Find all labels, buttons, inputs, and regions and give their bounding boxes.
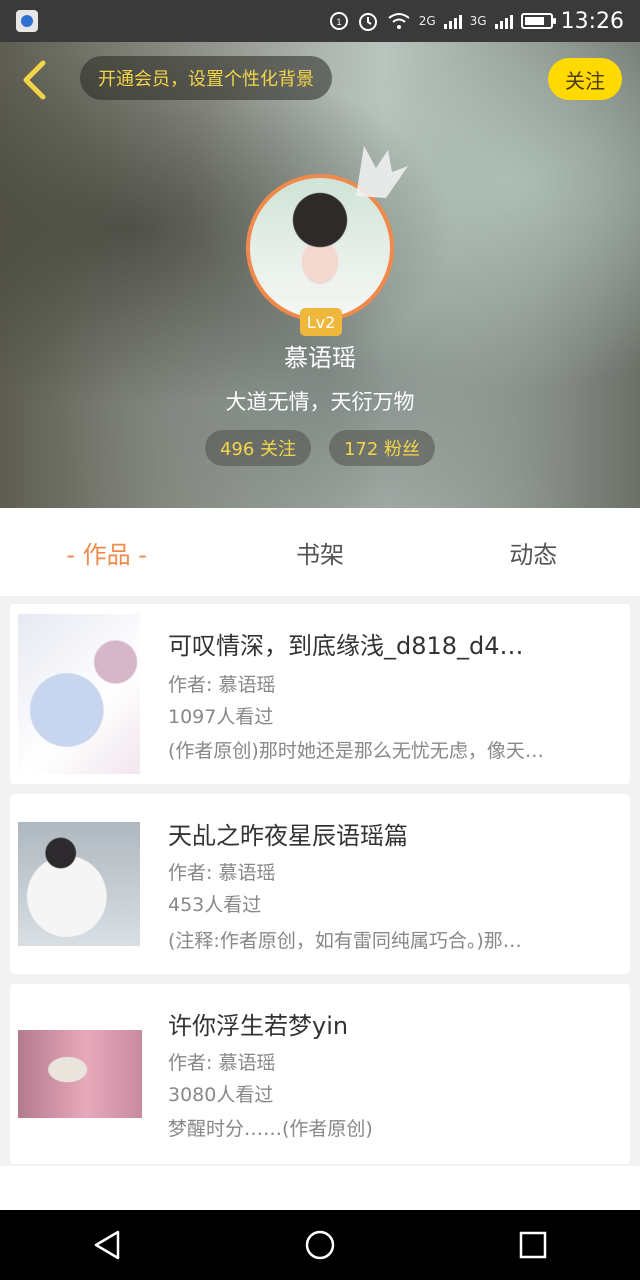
- status-time: 13:26: [560, 8, 624, 34]
- works-list: 可叹情深，到底缘浅_d818_d4… 作者: 慕语瑶 1097人看过 (作者原创…: [0, 596, 640, 1166]
- nav-recents-button[interactable]: [503, 1215, 563, 1275]
- work-cover[interactable]: [18, 614, 140, 774]
- profile-page: 1 2G 3G 13:26 开通会员，设置个性化背景 关注 Lv2 慕语瑶 大道…: [0, 0, 640, 1280]
- following-count[interactable]: 496 关注: [205, 430, 311, 466]
- work-views: 453人看过: [168, 894, 262, 916]
- work-cover[interactable]: [18, 1030, 142, 1118]
- work-views: 3080人看过: [168, 1084, 274, 1106]
- work-summary: 梦醒时分……(作者原创): [168, 1118, 373, 1140]
- back-button[interactable]: [14, 60, 54, 100]
- network-3g-label: 3G: [469, 14, 487, 28]
- avatar-container[interactable]: Lv2: [246, 146, 408, 336]
- tab-bookshelf[interactable]: 书架: [213, 508, 426, 596]
- list-item[interactable]: 许你浮生若梦yin 作者: 慕语瑶 3080人看过 梦醒时分……(作者原创): [10, 984, 630, 1164]
- username: 慕语瑶: [284, 344, 356, 372]
- work-summary: (注释:作者原创，如有雷同纯属巧合。)那…: [168, 930, 522, 952]
- crown-icon: [356, 146, 408, 198]
- work-title: 可叹情深，到底缘浅_d818_d4…: [168, 632, 524, 660]
- profile-header: 开通会员，设置个性化背景 关注 Lv2 慕语瑶 大道无情，天衍万物 496 关注…: [0, 42, 640, 508]
- profile-tabs: - 作品 - 书架 动态: [0, 508, 640, 596]
- back-icon: [23, 60, 46, 100]
- network-2g-label: 2G: [418, 14, 436, 28]
- tab-works[interactable]: - 作品 -: [0, 508, 213, 596]
- nav-back-button[interactable]: [77, 1215, 137, 1275]
- back-triangle-icon: [94, 1230, 119, 1260]
- recents-square-icon: [520, 1231, 547, 1259]
- work-title: 许你浮生若梦yin: [168, 1012, 349, 1040]
- tab-activity[interactable]: 动态: [427, 508, 640, 596]
- work-author: 作者: 慕语瑶: [168, 1052, 276, 1074]
- follow-button[interactable]: 关注: [548, 58, 622, 100]
- bottom-spacer: [0, 1166, 640, 1210]
- list-item[interactable]: 可叹情深，到底缘浅_d818_d4… 作者: 慕语瑶 1097人看过 (作者原创…: [10, 604, 630, 784]
- vip-banner[interactable]: 开通会员，设置个性化背景: [80, 56, 332, 100]
- fans-count[interactable]: 172 粉丝: [329, 430, 435, 466]
- list-item[interactable]: 天乩之昨夜星辰语瑶篇 作者: 慕语瑶 453人看过 (注释:作者原创，如有雷同纯…: [10, 794, 630, 974]
- work-summary: (作者原创)那时她还是那么无忧无虑，像天…: [168, 740, 544, 762]
- wifi-icon: [388, 13, 410, 29]
- battery-icon: [520, 13, 556, 29]
- svg-text:1: 1: [336, 17, 341, 27]
- data-saver-icon: 1: [329, 12, 348, 30]
- signal-icon-2: [494, 13, 513, 29]
- nav-home-button[interactable]: [290, 1215, 350, 1275]
- app-icon: [16, 10, 38, 32]
- status-bar: 1 2G 3G 13:26: [0, 0, 640, 42]
- work-cover[interactable]: [18, 822, 140, 946]
- signal-icon: [443, 13, 462, 29]
- work-title: 天乩之昨夜星辰语瑶篇: [168, 822, 408, 850]
- work-views: 1097人看过: [168, 706, 274, 728]
- work-author: 作者: 慕语瑶: [168, 674, 276, 696]
- user-bio: 大道无情，天衍万物: [225, 390, 415, 414]
- work-author: 作者: 慕语瑶: [168, 862, 276, 884]
- alarm-icon: [358, 13, 377, 31]
- navigation-bar: [0, 1210, 640, 1280]
- home-circle-icon: [305, 1230, 335, 1260]
- level-badge: Lv2: [300, 308, 342, 336]
- status-icons: 1 2G 3G 13:26: [329, 9, 624, 34]
